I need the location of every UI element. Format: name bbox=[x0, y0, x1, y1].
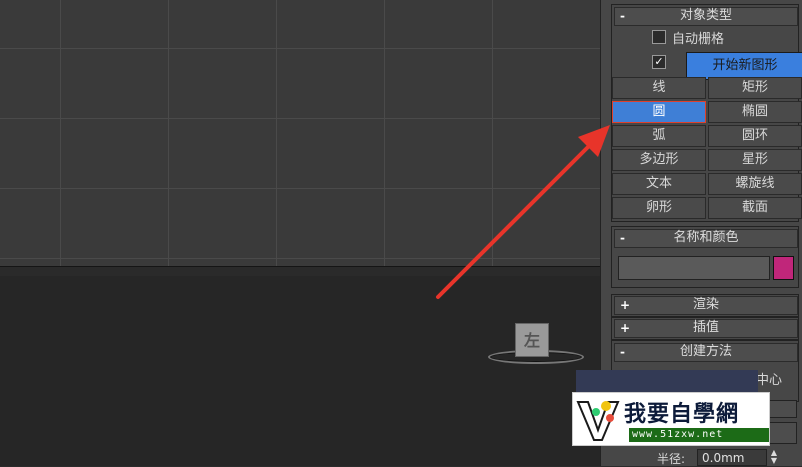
rollout-rendering: + 渲染 bbox=[611, 294, 799, 317]
annotation-arrow-icon bbox=[436, 125, 610, 299]
shape-button-egg[interactable]: 卵形 bbox=[612, 197, 706, 219]
expand-icon: + bbox=[620, 298, 631, 312]
viewcube[interactable]: 左 bbox=[515, 323, 549, 357]
shape-button-ellipse[interactable]: 椭圆 bbox=[708, 101, 802, 123]
watermark-url: www.51zxw.net bbox=[629, 428, 769, 442]
radius-input[interactable]: 0.0mm bbox=[697, 449, 767, 466]
rollout-creation-method-header[interactable]: - 创建方法 bbox=[614, 343, 798, 362]
rollout-name-color-header[interactable]: - 名称和颜色 bbox=[614, 229, 798, 248]
start-new-shape-button[interactable]: 开始新图形 bbox=[686, 52, 802, 80]
collapse-icon: - bbox=[620, 345, 625, 359]
shape-button-ngon[interactable]: 多边形 bbox=[612, 149, 706, 171]
shape-button-star[interactable]: 星形 bbox=[708, 149, 802, 171]
auto-grid-label: 自动栅格 bbox=[672, 32, 725, 47]
watermark-logo-icon bbox=[576, 401, 620, 441]
watermark-band bbox=[576, 370, 758, 394]
creation-method-center-option[interactable]: 中心 bbox=[756, 369, 782, 388]
collapse-icon: - bbox=[620, 231, 625, 245]
rollout-object-type-header[interactable]: - 对象类型 bbox=[614, 7, 798, 26]
radius-spinner[interactable]: ▲ ▼ bbox=[769, 449, 779, 466]
watermark-title: 我要自學網 bbox=[624, 402, 740, 427]
rollout-interpolation: + 插值 bbox=[611, 317, 799, 340]
rollout-rendering-header[interactable]: + 渲染 bbox=[614, 296, 798, 315]
collapse-icon: - bbox=[620, 9, 625, 23]
shape-button-section[interactable]: 截面 bbox=[708, 197, 802, 219]
expand-icon: + bbox=[620, 321, 631, 335]
rollout-title: 插值 bbox=[692, 320, 719, 335]
shape-button-donut[interactable]: 圆环 bbox=[708, 125, 802, 147]
auto-grid-checkbox[interactable] bbox=[652, 30, 666, 44]
shape-button-helix[interactable]: 螺旋线 bbox=[708, 173, 802, 195]
rollout-title: 对象类型 bbox=[679, 8, 732, 23]
radius-label: 半径: bbox=[657, 452, 686, 466]
rollout-title: 名称和颜色 bbox=[673, 230, 739, 245]
rollout-title: 渲染 bbox=[692, 297, 719, 312]
rollout-title: 创建方法 bbox=[679, 344, 732, 359]
start-new-shape-checkbox[interactable]: ✓ bbox=[652, 55, 666, 69]
shape-button-rectangle[interactable]: 矩形 bbox=[708, 77, 802, 99]
shape-button-arc[interactable]: 弧 bbox=[612, 125, 706, 147]
shape-button-circle[interactable]: 圆 bbox=[612, 101, 706, 123]
shape-button-line[interactable]: 线 bbox=[612, 77, 706, 99]
object-name-input[interactable] bbox=[618, 256, 770, 280]
rollout-interpolation-header[interactable]: + 插值 bbox=[614, 319, 798, 338]
shape-button-text[interactable]: 文本 bbox=[612, 173, 706, 195]
rollout-object-type: - 对象类型 自动栅格 ✓ 开始新图形 线 矩形 圆 椭圆 弧 圆环 多边形 星… bbox=[611, 4, 802, 222]
object-color-swatch[interactable] bbox=[773, 256, 794, 280]
